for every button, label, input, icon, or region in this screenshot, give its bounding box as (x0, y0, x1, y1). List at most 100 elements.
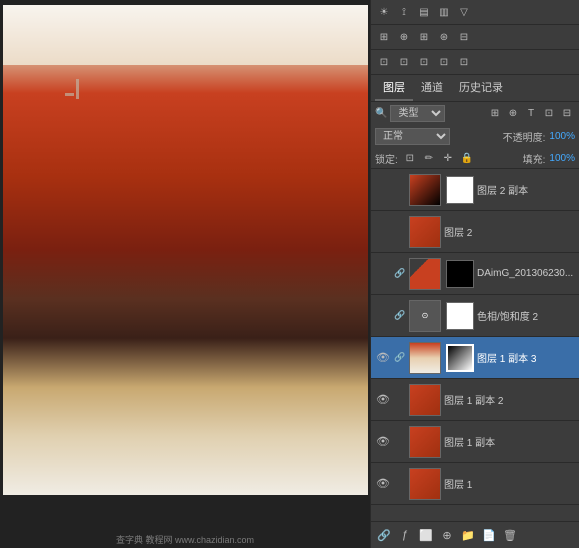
layer-thumbnail (409, 384, 441, 416)
filter-icon-T[interactable]: T (523, 106, 539, 122)
tool1-icon[interactable]: ⊞ (375, 28, 393, 46)
layer-name: 图层 2 副本 (477, 182, 575, 197)
opacity-value[interactable]: 100% (549, 131, 575, 142)
canvas-image (3, 5, 368, 495)
layer-mask-icon[interactable]: ⬜ (417, 526, 435, 544)
layer-group-icon[interactable]: 📁 (459, 526, 477, 544)
tool9-icon[interactable]: ⊡ (435, 53, 453, 71)
filter-icon-1[interactable]: ⊞ (487, 106, 503, 122)
lock-move-icon[interactable]: ✛ (440, 150, 456, 166)
layer-eye-icon[interactable]: 👁 (375, 224, 391, 240)
tab-layers[interactable]: 图层 (375, 75, 413, 101)
layer-name: 色相/饱和度 2 (477, 308, 575, 323)
layer-link-icon: 🔗 (394, 350, 406, 366)
toolbar-row-1: ☀ ⟟ ▤ ▥ ▽ (371, 0, 579, 25)
adjustment-layer-icon[interactable]: ⊕ (438, 526, 456, 544)
dropdown-arrow-icon[interactable]: ▽ (455, 3, 473, 21)
layer-mask (446, 260, 474, 288)
tool2-icon[interactable]: ⊕ (395, 28, 413, 46)
layer-thumbnail (409, 258, 441, 290)
lock-icons: ⊡ ✏ ✛ 🔒 (402, 150, 475, 166)
tab-channels[interactable]: 通道 (413, 75, 451, 101)
tool4-icon[interactable]: ⊛ (435, 28, 453, 46)
layer-thumbnail (409, 468, 441, 500)
layer-item[interactable]: 👁 🔗 DAimG_201306230... (371, 253, 579, 295)
layer-link-icon (394, 182, 406, 198)
filter-icon-2[interactable]: ⊕ (505, 106, 521, 122)
layer-item[interactable]: 👁 图层 1 副本 2 (371, 379, 579, 421)
tabs-row: 图层 通道 历史记录 (371, 75, 579, 102)
layer-item[interactable]: 👁 图层 1 (371, 463, 579, 505)
layer-eye-icon[interactable]: 👁 (375, 350, 391, 366)
layer-mask (446, 302, 474, 330)
toolbar-row-2: ⊞ ⊕ ⊞ ⊛ ⊟ (371, 25, 579, 50)
bottom-toolbar: 🔗 ƒ ⬜ ⊕ 📁 📄 🗑 (371, 521, 579, 548)
layer-mask (446, 176, 474, 204)
layer-item[interactable]: 👁 图层 2 副本 (371, 169, 579, 211)
layer-eye-icon[interactable]: 👁 (375, 266, 391, 282)
tool7-icon[interactable]: ⊡ (395, 53, 413, 71)
layer-link-icon (394, 476, 406, 492)
delete-layer-icon[interactable]: 🗑 (501, 526, 519, 544)
layer-thumbnail (409, 342, 441, 374)
toolbar-row-3: ⊡ ⊡ ⊡ ⊡ ⊡ (371, 50, 579, 75)
layer-name: 图层 1 副本 2 (444, 392, 575, 407)
filter-icon-3[interactable]: ⊡ (541, 106, 557, 122)
histogram-icon[interactable]: ▥ (435, 3, 453, 21)
opacity-label: 不透明度: (503, 129, 546, 144)
layer-item[interactable]: 👁 图层 1 副本 (371, 421, 579, 463)
layer-eye-icon[interactable]: 👁 (375, 392, 391, 408)
blend-mode-select[interactable]: 正常 (375, 128, 450, 145)
layer-style-icon[interactable]: ƒ (396, 526, 414, 544)
sun-icon[interactable]: ☀ (375, 3, 393, 21)
layer-thumbnail (409, 174, 441, 206)
layer-link-icon: 🔗 (394, 266, 406, 282)
layer-link-icon (394, 392, 406, 408)
image-panel: 查字典 教程网 www.chazidian.com (0, 0, 370, 548)
lock-pixel-icon[interactable]: ⊡ (402, 150, 418, 166)
layer-eye-icon[interactable]: 👁 (375, 182, 391, 198)
watermark-text: 查字典 教程网 www.chazidian.com (116, 533, 254, 546)
layer-name: DAimG_201306230... (477, 268, 575, 279)
lock-label: 锁定: (375, 151, 398, 166)
tool8-icon[interactable]: ⊡ (415, 53, 433, 71)
layer-mask (446, 344, 474, 372)
layer-link-icon (394, 224, 406, 240)
layer-name: 图层 2 (444, 224, 575, 239)
right-panel: ☀ ⟟ ▤ ▥ ▽ ⊞ ⊕ ⊞ ⊛ ⊟ ⊡ ⊡ ⊡ ⊡ ⊡ 图层 通道 历史记录… (370, 0, 579, 548)
layer-eye-icon[interactable]: 👁 (375, 308, 391, 324)
layers-list: 👁 图层 2 副本 👁 图层 2 👁 🔗 DAimG_201306230... … (371, 169, 579, 521)
new-layer-icon[interactable]: 📄 (480, 526, 498, 544)
tool10-icon[interactable]: ⊡ (455, 53, 473, 71)
fill-value[interactable]: 100% (549, 153, 575, 164)
fill-label: 填充: (523, 151, 546, 166)
tool6-icon[interactable]: ⊡ (375, 53, 393, 71)
blend-row: 正常 不透明度: 100% (371, 125, 579, 148)
canvas-area (3, 5, 368, 495)
tool5-icon[interactable]: ⊟ (455, 28, 473, 46)
filter-type-select[interactable]: 类型 (390, 105, 445, 122)
layer-eye-icon[interactable]: 👁 (375, 476, 391, 492)
filter-row: 🔍 类型 ⊞ ⊕ T ⊡ ⊟ (371, 102, 579, 125)
layer-link-icon (394, 434, 406, 450)
layer-eye-icon[interactable]: 👁 (375, 434, 391, 450)
search-icon: 🔍 (375, 108, 387, 119)
tab-history[interactable]: 历史记录 (451, 75, 511, 101)
layer-link-icon: 🔗 (394, 308, 406, 324)
layer-name: 图层 1 (444, 476, 575, 491)
lock-paint-icon[interactable]: ✏ (421, 150, 437, 166)
lock-row: 锁定: ⊡ ✏ ✛ 🔒 填充: 100% (371, 148, 579, 169)
levels-icon[interactable]: ▤ (415, 3, 433, 21)
layer-name: 图层 1 副本 (444, 434, 575, 449)
layer-item[interactable]: 👁 🔗 ⊙ 色相/饱和度 2 (371, 295, 579, 337)
layer-name: 图层 1 副本 3 (477, 350, 575, 365)
layer-item[interactable]: 👁 🔗 图层 1 副本 3 (371, 337, 579, 379)
curves-icon[interactable]: ⟟ (395, 3, 413, 21)
layer-thumbnail (409, 426, 441, 458)
filter-icon-4[interactable]: ⊟ (559, 106, 575, 122)
layer-thumbnail: ⊙ (409, 300, 441, 332)
link-layers-icon[interactable]: 🔗 (375, 526, 393, 544)
layer-item[interactable]: 👁 图层 2 (371, 211, 579, 253)
lock-all-icon[interactable]: 🔒 (459, 150, 475, 166)
tool3-icon[interactable]: ⊞ (415, 28, 433, 46)
